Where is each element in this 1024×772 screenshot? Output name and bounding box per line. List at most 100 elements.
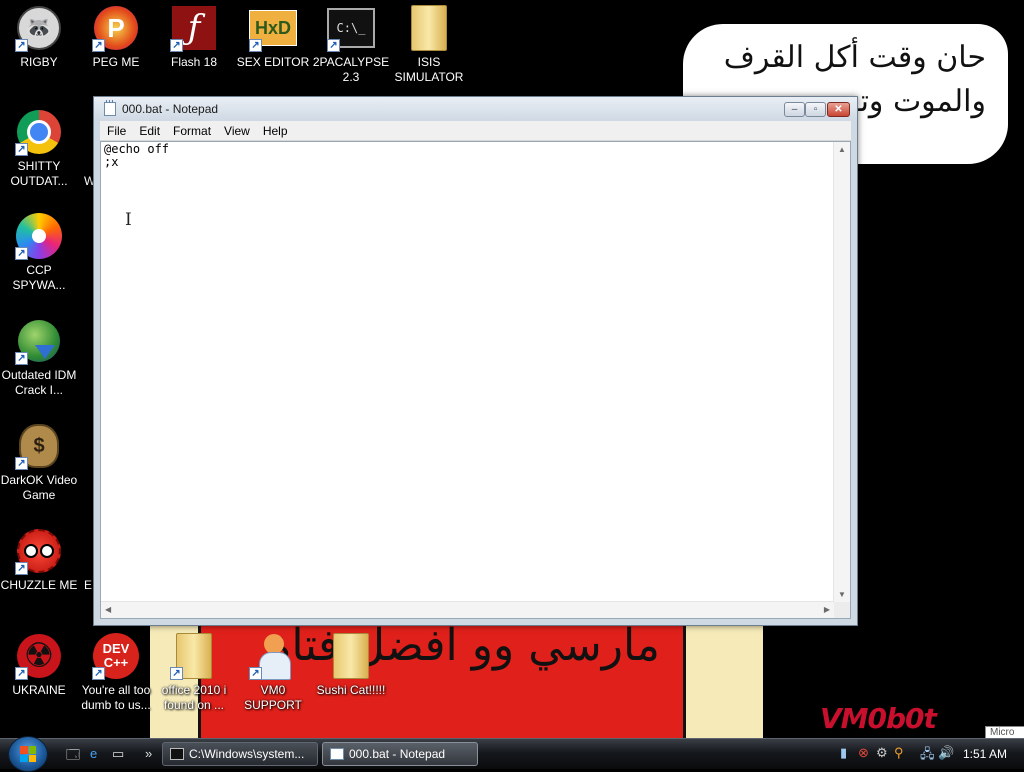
scroll-down-icon[interactable]: ▼ xyxy=(838,590,846,599)
tray-tool-icon[interactable]: ⚙ xyxy=(876,745,888,761)
desktop-icon-label: Sushi Cat!!!!! xyxy=(316,683,386,697)
desktop-icon-chrome[interactable]: ↗ SHITTY OUTDAT... xyxy=(0,108,78,189)
volume-icon[interactable]: 🔊 xyxy=(938,745,954,761)
desktop-icon-label: Flash 18 xyxy=(170,55,218,69)
text-editor[interactable]: @echo off ;x ▲ ▼ ◀ ▶ xyxy=(100,141,851,619)
scroll-right-icon[interactable]: ▶ xyxy=(824,605,830,614)
search-icon[interactable]: ⚲ xyxy=(894,745,904,761)
shortcut-arrow-icon: ↗ xyxy=(249,39,262,52)
wallpaper-outline xyxy=(683,626,686,738)
desktop-icon-isis-simulator[interactable]: ISIS SIMULATOR xyxy=(390,4,468,85)
desktop-icon-label: 2PACALYPSE 2.3 xyxy=(312,55,390,84)
desktop-icon-peg-me[interactable]: P ↗ PEG ME xyxy=(77,4,155,70)
desktop-icon-label-partial: E xyxy=(84,578,93,592)
desktop-icon-vm0-support[interactable]: ↗ VM0 SUPPORT xyxy=(234,632,312,713)
horizontal-scrollbar[interactable]: ◀ ▶ xyxy=(101,601,834,618)
raccoon-icon: 🦝 ↗ xyxy=(15,4,63,52)
notepad-icon xyxy=(330,748,344,760)
shortcut-arrow-icon: ↗ xyxy=(15,247,28,260)
title-bar[interactable]: 000.bat - Notepad – ▫ ✕ xyxy=(94,97,857,121)
globe-download-icon: ↗ xyxy=(15,317,63,365)
shortcut-arrow-icon: ↗ xyxy=(15,352,28,365)
vertical-scrollbar[interactable]: ▲ ▼ xyxy=(833,142,850,602)
desktop-icon-label: SHITTY OUTDAT... xyxy=(10,159,68,188)
desktop-icon-office-2010[interactable]: ↗ office 2010 i found on ... xyxy=(155,632,233,713)
peg-logo-icon: P ↗ xyxy=(92,4,140,52)
switch-windows-icon[interactable]: ▭ xyxy=(112,746,124,762)
shortcut-arrow-icon: ↗ xyxy=(249,667,262,680)
shortcut-arrow-icon: ↗ xyxy=(327,39,340,52)
pinwheel-icon: ↗ xyxy=(15,212,63,260)
scroll-up-icon[interactable]: ▲ xyxy=(838,145,846,154)
shortcut-arrow-icon: ↗ xyxy=(170,667,183,680)
chuzzle-icon: ↗ xyxy=(15,527,63,575)
scroll-corner xyxy=(834,602,850,618)
maximize-button[interactable]: ▫ xyxy=(805,102,826,117)
close-button[interactable]: ✕ xyxy=(827,102,850,117)
internet-explorer-icon[interactable]: e xyxy=(90,746,97,761)
support-person-icon: ↗ xyxy=(249,632,297,680)
desktop-icon-label: CCP SPYWA... xyxy=(12,263,66,292)
folder-icon xyxy=(405,4,453,52)
desktop-icon-flash-18[interactable]: ƒ ↗ Flash 18 xyxy=(155,4,233,70)
desktop-icon-ukraine[interactable]: ☢ ↗ UKRAINE xyxy=(0,632,78,698)
menu-edit[interactable]: Edit xyxy=(132,121,166,139)
start-button[interactable] xyxy=(8,736,48,772)
desktop-icon-label: PEG ME xyxy=(92,55,140,69)
desktop-icon-chuzzle[interactable]: ↗ CHUZZLE ME xyxy=(0,527,78,593)
menu-help[interactable]: Help xyxy=(256,121,294,139)
taskbar: 🗔 e ▭ » C:\Windows\system... 000.bat - N… xyxy=(0,736,1024,772)
desktop-icon-label: DarkOK Video Game xyxy=(0,473,78,502)
text-cursor-icon: I xyxy=(125,210,132,230)
scroll-left-icon[interactable]: ◀ xyxy=(105,605,111,614)
notepad-window[interactable]: 000.bat - Notepad – ▫ ✕ File Edit Format Vi… xyxy=(93,96,858,626)
desktop-icon-darkok[interactable]: $ ↗ DarkOK Video Game xyxy=(0,422,78,503)
desktop-icon-idm-crack[interactable]: ↗ Outdated IDM Crack I... xyxy=(0,317,78,398)
shortcut-arrow-icon: ↗ xyxy=(15,562,28,575)
clock[interactable]: 1:51 AM xyxy=(963,747,1007,761)
minimize-button[interactable]: – xyxy=(784,102,805,117)
taskbar-button-notepad[interactable]: 000.bat - Notepad xyxy=(322,742,478,766)
menu-file[interactable]: File xyxy=(100,121,132,139)
desktop-icon-rigby[interactable]: 🦝 ↗ RIGBY xyxy=(0,4,78,70)
folder-icon: ↗ xyxy=(170,632,218,680)
menu-view[interactable]: View xyxy=(217,121,256,139)
shortcut-arrow-icon: ↗ xyxy=(15,39,28,52)
security-alert-icon[interactable]: ⊗ xyxy=(858,745,869,761)
command-prompt-icon: C:\_ ↗ xyxy=(327,4,375,52)
wallpaper-signature: VM0b0t xyxy=(820,702,937,735)
desktop-icon-label: SEX EDITOR xyxy=(236,55,310,69)
shortcut-arrow-icon: ↗ xyxy=(92,39,105,52)
desktop-icon-dev-cpp[interactable]: DEV C++ ↗ You're all too dumb to us... xyxy=(77,632,155,713)
menu-bar: File Edit Format View Help xyxy=(100,121,851,141)
network-icon[interactable]: 🖧 xyxy=(920,745,935,767)
shortcut-arrow-icon: ↗ xyxy=(15,143,28,156)
taskbar-button-cmd[interactable]: C:\Windows\system... xyxy=(162,742,318,766)
show-desktop-icon[interactable]: 🗔 xyxy=(66,746,80,768)
quick-launch-more[interactable]: » xyxy=(145,746,152,761)
dev-cpp-icon: DEV C++ ↗ xyxy=(92,632,140,680)
tray-app-icon[interactable]: ▮ xyxy=(840,745,847,761)
menu-format[interactable]: Format xyxy=(166,121,217,139)
wallpaper-cream-right xyxy=(685,626,763,738)
desktop-icon-label: RIGBY xyxy=(20,55,58,69)
desktop-icon-2pacalypse[interactable]: C:\_ ↗ 2PACALYPSE 2.3 xyxy=(312,4,390,85)
taskbar-button-label: 000.bat - Notepad xyxy=(349,747,446,761)
shortcut-arrow-icon: ↗ xyxy=(15,667,28,680)
desktop-icon-sex-editor[interactable]: HxD ↗ SEX EDITOR xyxy=(234,4,312,70)
desktop-icon-label: ISIS SIMULATOR xyxy=(394,55,464,84)
desktop-icon-label: Outdated IDM Crack I... xyxy=(1,368,77,397)
shortcut-arrow-icon: ↗ xyxy=(15,457,28,470)
desktop-icon-label: CHUZZLE ME xyxy=(0,578,78,592)
desktop-icon-sushi-cat[interactable]: Sushi Cat!!!!! xyxy=(312,632,390,698)
money-bag-icon: $ ↗ xyxy=(15,422,63,470)
notepad-icon xyxy=(104,100,116,116)
desktop-icon-label: office 2010 i found on ... xyxy=(161,683,227,712)
window-title: 000.bat - Notepad xyxy=(122,102,219,116)
flash-icon: ƒ ↗ xyxy=(170,4,218,52)
folder-icon xyxy=(327,632,375,680)
editor-content[interactable]: @echo off ;x xyxy=(104,143,169,169)
desktop-icon-ccp-spyware[interactable]: ↗ CCP SPYWA... xyxy=(0,212,78,293)
desktop-icon-label: UKRAINE xyxy=(12,683,66,697)
desktop-icon-label: VM0 SUPPORT xyxy=(244,683,302,712)
